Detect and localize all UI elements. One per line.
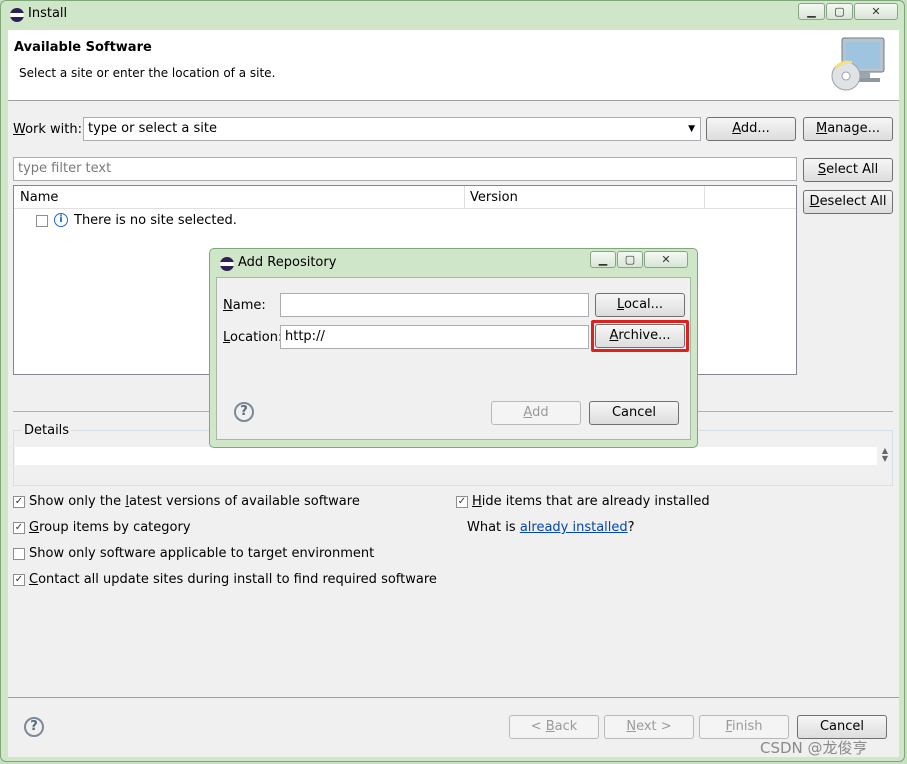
dialog-cancel-button[interactable]: Cancel <box>589 401 679 425</box>
checkbox-latest[interactable]: ✓ <box>13 496 25 508</box>
back-button[interactable]: < Back <box>509 715 599 739</box>
dialog-client: Name: Local... Location: http:// Archive… <box>216 277 691 440</box>
close-icon: ✕ <box>661 253 671 266</box>
close-button[interactable]: ✕ <box>854 3 898 20</box>
eclipse-icon <box>10 8 24 22</box>
deselect-all-button[interactable]: Deselect All <box>803 190 893 214</box>
next-button[interactable]: Next > <box>604 715 694 739</box>
details-scroll-arrows-icon[interactable]: ▲ ▼ <box>878 447 892 465</box>
dialog-minimize-button[interactable]: ▁ <box>590 251 616 268</box>
row-text: There is no site selected. <box>74 213 237 228</box>
option-group[interactable]: ✓ Group items by category <box>13 520 191 535</box>
finish-button[interactable]: Finish <box>699 715 789 739</box>
add-site-button[interactable]: Add... <box>706 117 796 141</box>
checkbox-applicable[interactable] <box>13 548 25 560</box>
minimize-icon: ▁ <box>807 5 816 18</box>
banner: Available Software Select a site or ente… <box>8 30 899 101</box>
minimize-icon: ▁ <box>598 253 608 266</box>
option-contact-label: Contact all update sites during install … <box>29 572 437 587</box>
name-label: Name: <box>223 298 266 313</box>
what-is-installed: What is already installed? <box>467 520 635 535</box>
minimize-button[interactable]: ▁ <box>798 3 825 20</box>
row-checkbox[interactable] <box>36 215 48 227</box>
option-applicable[interactable]: Show only software applicable to target … <box>13 546 374 561</box>
info-icon: i <box>54 213 68 227</box>
filter-input[interactable]: type filter text <box>13 157 797 181</box>
maximize-icon: ▢ <box>834 5 845 18</box>
maximize-icon: ▢ <box>624 253 636 266</box>
details-label: Details <box>22 423 72 438</box>
already-installed-link[interactable]: already installed <box>520 520 628 535</box>
dialog-help-icon[interactable]: ? <box>234 402 254 422</box>
dropdown-arrow-icon: ▼ <box>688 124 695 134</box>
option-contact[interactable]: ✓ Contact all update sites during instal… <box>13 572 437 587</box>
watermark: CSDN @龙俊亨 <box>760 739 868 757</box>
checkbox-contact[interactable]: ✓ <box>13 574 25 586</box>
option-applicable-label: Show only software applicable to target … <box>29 546 375 561</box>
banner-title: Available Software <box>14 40 152 55</box>
install-wizard-icon <box>828 34 888 94</box>
option-hide-label: Hide items that are already installed <box>472 494 710 509</box>
close-icon: ✕ <box>871 5 881 18</box>
local-button[interactable]: Local... <box>595 293 685 317</box>
repository-name-input[interactable] <box>280 293 589 317</box>
manage-button[interactable]: Manage... <box>803 117 893 141</box>
dialog-eclipse-icon <box>220 257 234 271</box>
work-with-value: type or select a site <box>88 121 217 136</box>
dialog-title: Add Repository <box>238 255 337 270</box>
help-icon[interactable]: ? <box>24 717 44 737</box>
option-latest[interactable]: ✓ Show only the latest versions of avail… <box>13 494 360 509</box>
checkbox-hide-installed[interactable]: ✓ <box>456 496 468 508</box>
location-label: Location: <box>223 330 283 345</box>
option-group-label: Group items by category <box>29 520 191 535</box>
details-text <box>15 447 877 465</box>
work-with-label: Work with: <box>13 122 83 137</box>
maximize-button[interactable]: ▢ <box>826 3 853 20</box>
option-latest-label: Show only the latest versions of availab… <box>29 494 360 509</box>
dialog-add-button[interactable]: Add <box>491 401 581 425</box>
repository-location-input[interactable]: http:// <box>280 325 589 349</box>
dialog-maximize-button[interactable]: ▢ <box>617 251 643 268</box>
option-hide-installed[interactable]: ✓ Hide items that are already installed <box>456 494 710 509</box>
work-with-combo[interactable]: type or select a site ▼ <box>83 117 701 141</box>
column-header-name[interactable]: Name <box>20 190 58 205</box>
bottom-separator <box>8 697 899 698</box>
banner-subtitle: Select a site or enter the location of a… <box>19 66 276 80</box>
archive-button[interactable]: Archive... <box>595 324 685 348</box>
table-header: Name Version <box>14 186 796 209</box>
dialog-close-button[interactable]: ✕ <box>644 251 688 268</box>
cancel-button[interactable]: Cancel <box>797 715 887 739</box>
select-all-button[interactable]: Select All <box>803 158 893 182</box>
checkbox-group[interactable]: ✓ <box>13 522 25 534</box>
window-title: Install <box>28 6 68 21</box>
column-header-version[interactable]: Version <box>470 190 518 205</box>
add-repository-dialog: Add Repository ▁ ▢ ✕ Name: Local... Loca… <box>209 248 698 448</box>
